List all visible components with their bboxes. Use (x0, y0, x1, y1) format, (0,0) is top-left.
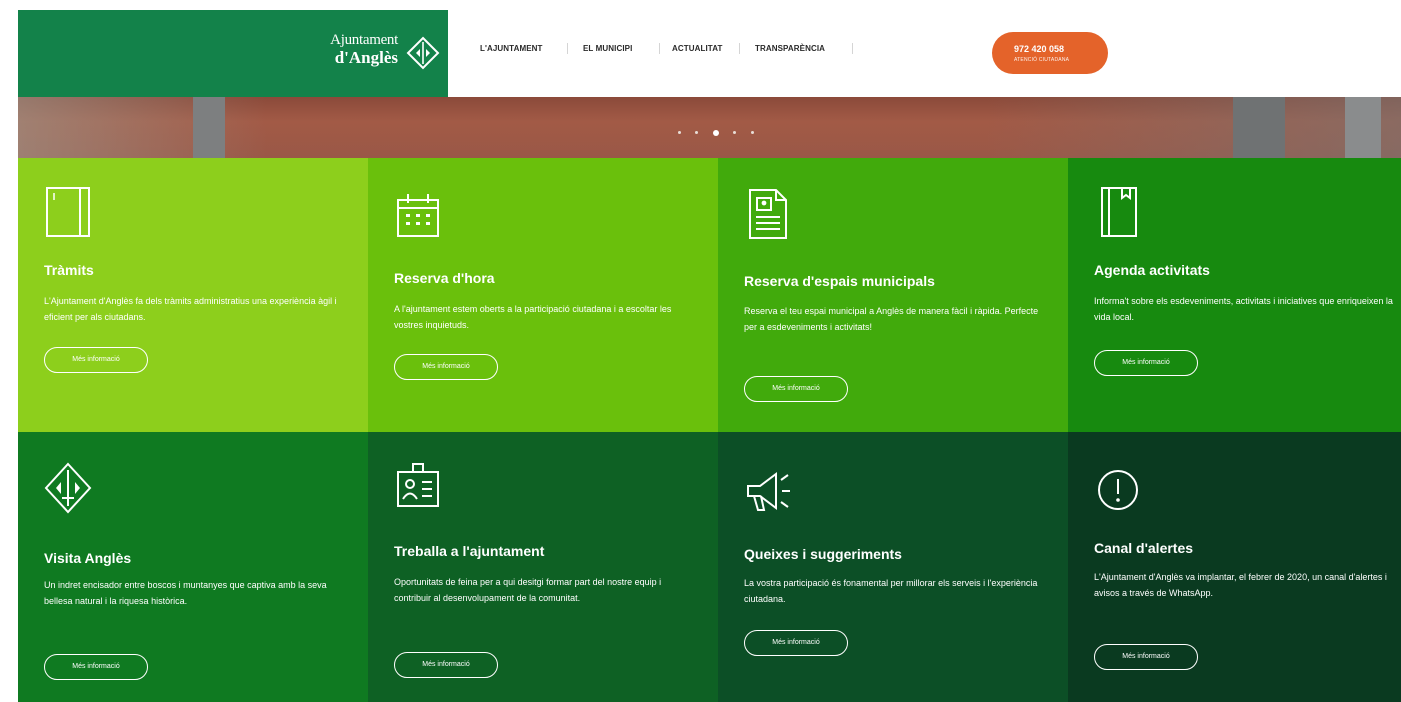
angles-shield-icon (44, 462, 92, 514)
nav-transparencia[interactable]: TRANSPARÈNCIA (755, 44, 825, 53)
more-info-button[interactable]: Més informació (1094, 644, 1198, 670)
alert-circle-icon (1098, 470, 1138, 510)
more-info-button[interactable]: Més informació (44, 347, 148, 373)
more-info-button[interactable]: Més informació (394, 652, 498, 678)
nav-separator (739, 43, 740, 54)
nav-separator (659, 43, 660, 54)
angles-logo-icon (406, 36, 440, 70)
tile-queixes[interactable]: Queixes i suggeriments La vostra partici… (718, 432, 1068, 702)
tile-description: La vostra participació és fonamental per… (744, 578, 1038, 604)
nav-separator (852, 43, 853, 54)
carousel-dots (673, 124, 759, 136)
logo-text: Ajuntament d'Anglès (330, 32, 398, 66)
tile-title: Tràmits (44, 262, 94, 278)
tile-reserva-hora[interactable]: Reserva d'hora A l'ajuntament estem ober… (368, 158, 718, 432)
hero-banner (18, 97, 1401, 158)
phone-button[interactable]: 972 420 058 ATENCIÓ CIUTADANA (992, 32, 1108, 74)
main-nav: L'AJUNTAMENT EL MUNICIPI ACTUALITAT TRAN… (448, 10, 1401, 97)
tile-title: Agenda activitats (1094, 262, 1210, 278)
tile-title: Treballa a l'ajuntament (394, 543, 545, 559)
document-icon (749, 189, 787, 239)
tile-description: Oportunitats de feina per a qui desitgi … (394, 577, 662, 603)
tile-description: A l'ajuntament estem oberts a la partici… (394, 304, 672, 330)
more-info-button[interactable]: Més informació (1094, 350, 1198, 376)
carousel-dot-active[interactable] (712, 129, 719, 136)
more-info-button[interactable]: Més informació (394, 354, 498, 380)
more-info-button[interactable]: Més informació (44, 654, 148, 680)
tile-description: Un indret encisador entre boscos i munta… (44, 580, 327, 606)
nav-separator (567, 43, 568, 54)
agenda-book-icon (1101, 187, 1137, 237)
tile-title: Reserva d'hora (394, 270, 495, 286)
hero-pole (1345, 97, 1381, 158)
tile-title: Visita Anglès (44, 550, 132, 566)
phone-caption: ATENCIÓ CIUTADANA (1014, 57, 1070, 63)
tile-title: Canal d'alertes (1094, 540, 1194, 556)
tile-description: L'Ajuntament d'Anglès fa dels tràmits ad… (44, 296, 337, 322)
phone-number: 972 420 058 (1014, 44, 1065, 54)
megaphone-icon (747, 472, 790, 511)
more-info-button[interactable]: Més informació (744, 376, 848, 402)
tile-visita[interactable]: Visita Anglès Un indret encisador entre … (18, 432, 368, 702)
tile-agenda[interactable]: Agenda activitats Informa't sobre els es… (1068, 158, 1401, 432)
logo[interactable]: Ajuntament d'Anglès (18, 10, 448, 97)
tile-alertes[interactable]: Canal d'alertes L'Ajuntament d'Anglès va… (1068, 432, 1401, 702)
tile-title: Reserva d'espais municipals (744, 273, 935, 289)
tile-description: L'Ajuntament d'Anglès va implantar, el f… (1094, 572, 1387, 598)
tile-description: Reserva el teu espai municipal a Anglès … (744, 306, 1039, 332)
nav-municipi[interactable]: EL MUNICIPI (583, 44, 632, 53)
nav-ajuntament[interactable]: L'AJUNTAMENT (480, 44, 543, 53)
calendar-icon (397, 194, 439, 237)
id-card-icon (397, 463, 439, 507)
hero-pole (193, 97, 225, 158)
more-info-button[interactable]: Més informació (744, 630, 848, 656)
logo-line1: Ajuntament (330, 32, 398, 48)
notebook-icon (46, 187, 90, 237)
tile-treballa[interactable]: Treballa a l'ajuntament Oportunitats de … (368, 432, 718, 702)
tile-description: Informa't sobre els esdeveniments, activ… (1094, 296, 1393, 322)
nav-actualitat[interactable]: ACTUALITAT (672, 44, 722, 53)
logo-line2: d'Anglès (334, 48, 398, 67)
tile-title: Queixes i suggeriments (744, 546, 902, 562)
tile-reserva-espais[interactable]: Reserva d'espais municipals Reserva el t… (718, 158, 1068, 432)
hero-pole (1233, 97, 1285, 158)
tile-tramits[interactable]: Tràmits L'Ajuntament d'Anglès fa dels tr… (18, 158, 368, 432)
page: Ajuntament d'Anglès L'AJUNTAMENT EL MUNI… (18, 10, 1401, 702)
